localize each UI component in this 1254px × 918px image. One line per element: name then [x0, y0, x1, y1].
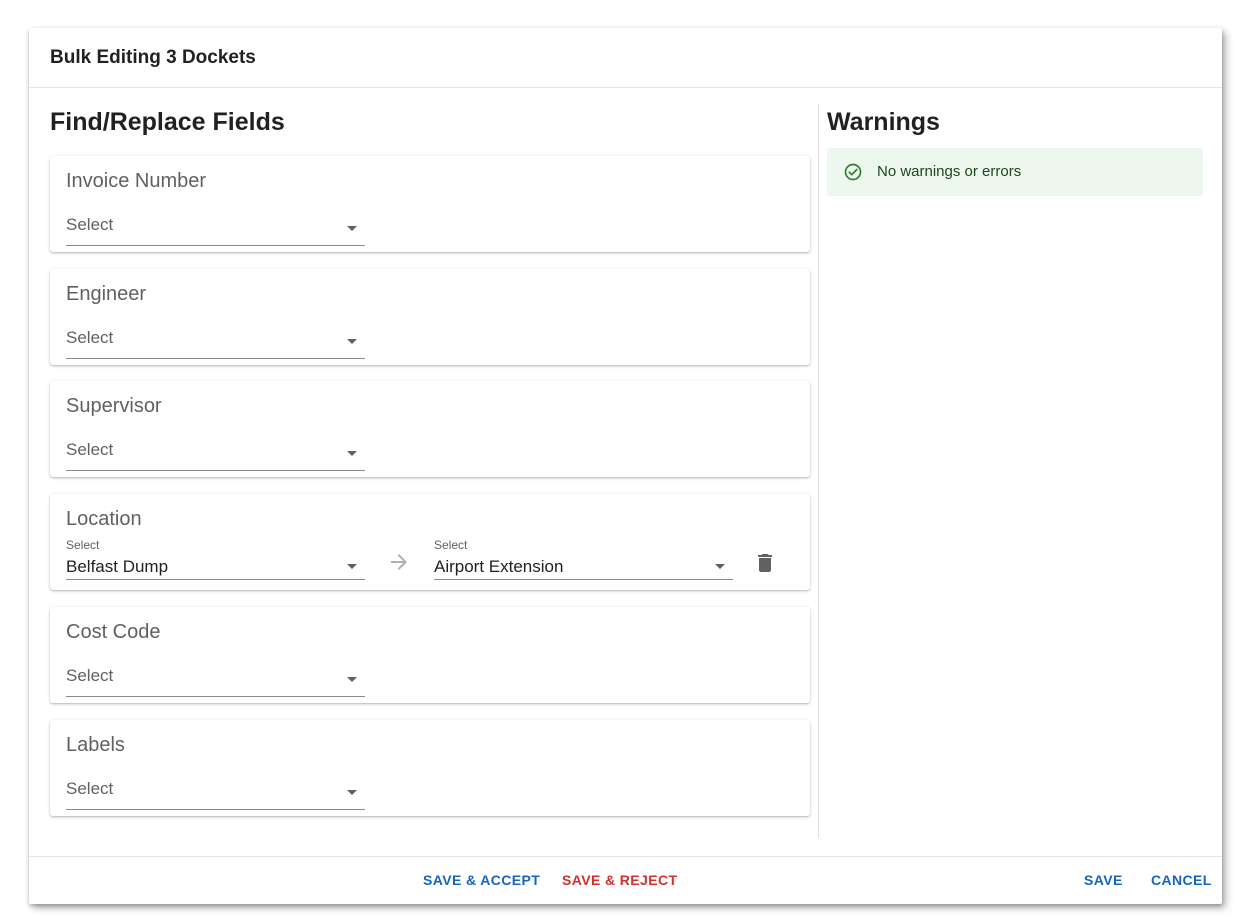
chevron-down-icon — [347, 451, 357, 456]
location-replace-select[interactable]: Select Airport Extension — [434, 538, 733, 580]
location-replace-value: Airport Extension — [434, 557, 564, 576]
supervisor-select[interactable]: Select — [66, 431, 365, 471]
field-title-supervisor: Supervisor — [66, 395, 162, 417]
labels-select[interactable]: Select — [66, 770, 365, 810]
bulk-edit-dialog: Bulk Editing 3 Dockets Find/Replace Fiel… — [29, 28, 1222, 904]
dialog-header: Bulk Editing 3 Dockets — [29, 28, 1222, 88]
field-title-labels: Labels — [66, 734, 125, 756]
warnings-heading: Warnings — [827, 108, 940, 136]
chevron-down-icon — [347, 564, 357, 569]
dialog-footer: SAVE & ACCEPT SAVE & REJECT SAVE CANCEL — [29, 856, 1222, 904]
field-card-labels: Labels Select — [50, 720, 810, 816]
select-placeholder: Select — [66, 779, 114, 798]
chevron-down-icon — [347, 677, 357, 682]
field-title-engineer: Engineer — [66, 283, 147, 305]
location-find-value: Belfast Dump — [66, 557, 169, 576]
field-title-invoice-number: Invoice Number — [66, 170, 207, 192]
find-replace-heading: Find/Replace Fields — [50, 108, 285, 136]
engineer-select[interactable]: Select — [66, 319, 365, 359]
invoice-number-select[interactable]: Select — [66, 206, 365, 246]
chevron-down-icon — [715, 564, 725, 569]
field-card-location: Location Select Belfast Dump Select Airp… — [50, 494, 810, 590]
check-circle-icon — [844, 163, 862, 181]
dialog-title: Bulk Editing 3 Dockets — [50, 46, 256, 68]
field-card-cost-code: Cost Code Select — [50, 607, 810, 703]
panel-divider — [818, 104, 819, 838]
trash-icon[interactable] — [753, 551, 777, 575]
field-card-invoice-number: Invoice Number Select — [50, 156, 810, 252]
field-title-cost-code: Cost Code — [66, 621, 161, 643]
field-title-location: Location — [66, 508, 142, 530]
arrow-right-icon — [391, 554, 407, 570]
chevron-down-icon — [347, 790, 357, 795]
field-card-supervisor: Supervisor Select — [50, 381, 810, 477]
chevron-down-icon — [347, 339, 357, 344]
location-find-select[interactable]: Select Belfast Dump — [66, 538, 365, 580]
select-placeholder: Select — [66, 328, 114, 347]
select-label: Select — [434, 538, 468, 552]
select-placeholder: Select — [66, 666, 114, 685]
save-button[interactable]: SAVE — [1078, 857, 1129, 904]
cost-code-select[interactable]: Select — [66, 657, 365, 697]
alert-message: No warnings or errors — [877, 163, 1022, 180]
success-alert: No warnings or errors — [827, 148, 1203, 196]
select-placeholder: Select — [66, 440, 114, 459]
save-reject-button[interactable]: SAVE & REJECT — [556, 857, 683, 904]
cancel-button[interactable]: CANCEL — [1145, 857, 1218, 904]
field-card-engineer: Engineer Select — [50, 269, 810, 365]
select-label: Select — [66, 538, 100, 552]
dialog-content: Find/Replace Fields Invoice Number Selec… — [29, 88, 1222, 856]
save-accept-button[interactable]: SAVE & ACCEPT — [417, 857, 546, 904]
chevron-down-icon — [347, 226, 357, 231]
select-placeholder: Select — [66, 215, 114, 234]
